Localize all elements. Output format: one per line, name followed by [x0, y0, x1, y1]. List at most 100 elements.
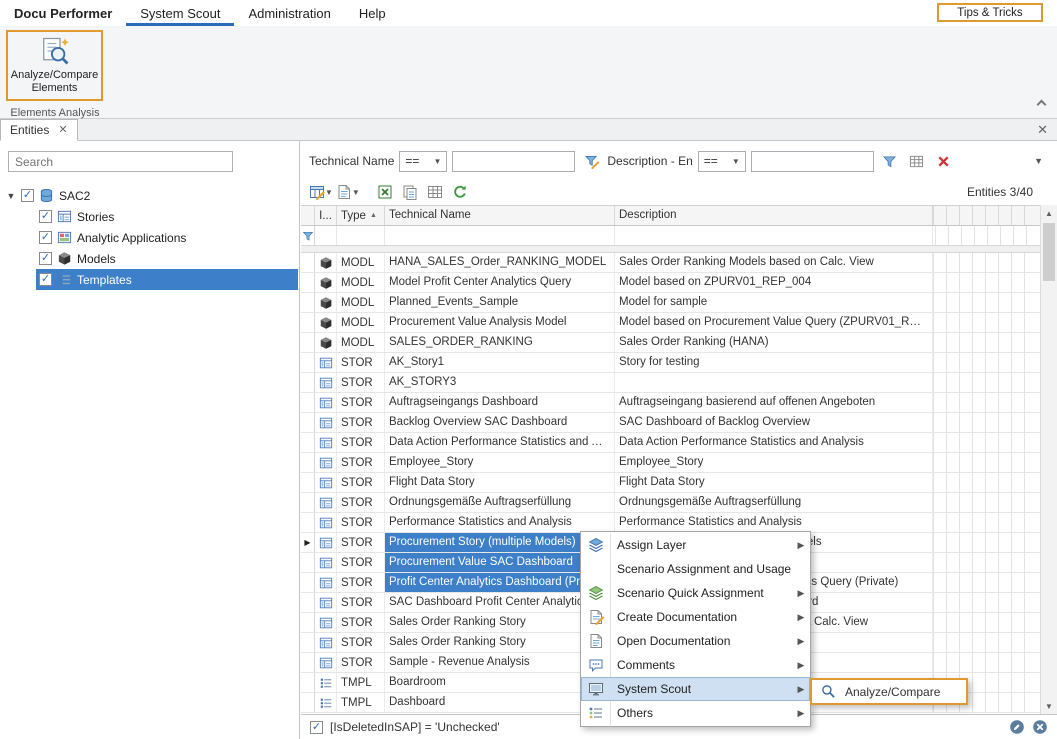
refresh-button[interactable]	[449, 181, 471, 203]
table-row[interactable]: MODLHANA_SALES_Order_RANKING_MODELSales …	[301, 253, 1040, 273]
layout-button[interactable]	[424, 181, 446, 203]
description-cell: Data Action Performance Statistics and A…	[615, 433, 933, 452]
menu-item-others[interactable]: Others▶	[581, 701, 810, 725]
row-indicator	[301, 653, 315, 672]
table-row[interactable]: MODLSALES_ORDER_RANKINGSales Order Ranki…	[301, 333, 1040, 353]
clear-filter-button[interactable]	[933, 151, 955, 172]
sidebar-item-models[interactable]: ✓Models	[36, 248, 298, 269]
row-indicator	[301, 413, 315, 432]
chevron-down-icon: ▼	[352, 188, 360, 197]
sidebar-item-templates[interactable]: ✓Templates	[36, 269, 298, 290]
checkbox[interactable]: ✓	[39, 210, 52, 223]
type-cell: STOR	[337, 513, 385, 532]
table-row[interactable]: STORAK_Story1Story for testing	[301, 353, 1040, 373]
type-cell: STOR	[337, 593, 385, 612]
filter-grid-button[interactable]	[906, 151, 928, 172]
type-cell: STOR	[337, 433, 385, 452]
menubar-item-docu-performer[interactable]: Docu Performer	[0, 0, 126, 26]
technical-name-cell: Flight Data Story	[385, 473, 615, 492]
copy-button[interactable]	[399, 181, 421, 203]
ribbon: Analyze/Compare Elements Elements Analys…	[0, 26, 1057, 119]
tips-tricks-button[interactable]: Tips & Tricks	[937, 3, 1043, 22]
scrollbar-thumb[interactable]	[1043, 223, 1055, 281]
type-cell: STOR	[337, 653, 385, 672]
submenu-arrow-icon: ▶	[792, 588, 810, 599]
grid-icon	[909, 154, 924, 169]
description-filter-input[interactable]	[751, 151, 874, 172]
technical-name-filter-input[interactable]	[452, 151, 575, 172]
menu-item-assign-layer[interactable]: Assign Layer▶	[581, 533, 810, 557]
document-menu-button[interactable]: ▼	[336, 181, 360, 203]
technical-name-operator-select[interactable]: ==▼	[399, 151, 447, 172]
tab-entities[interactable]: Entities ✕	[0, 119, 78, 141]
story-icon	[315, 553, 337, 572]
type-cell: STOR	[337, 613, 385, 632]
analyze-compare-elements-button[interactable]: Analyze/Compare Elements	[6, 30, 103, 101]
tmpl-icon	[57, 272, 72, 287]
column-header-icon[interactable]: I...	[315, 206, 337, 225]
description-cell: Sales Order Ranking (HANA)	[615, 333, 933, 352]
excel-x-icon	[377, 184, 393, 200]
table-row[interactable]: STOROrdnungsgemäße AuftragserfüllungOrdn…	[301, 493, 1040, 513]
table-row[interactable]: STORAK_STORY3	[301, 373, 1040, 393]
table-row[interactable]: STOREmployee_StoryEmployee_Story	[301, 453, 1040, 473]
story-icon	[315, 473, 337, 492]
tree-root-sac2[interactable]: ▼ ✓ SAC2	[0, 185, 298, 206]
table-row[interactable]: STORPerformance Statistics and AnalysisP…	[301, 513, 1040, 533]
table-row[interactable]: STORFlight Data StoryFlight Data Story	[301, 473, 1040, 493]
vertical-scrollbar[interactable]: ▲ ▼	[1040, 205, 1057, 714]
search-input[interactable]	[8, 151, 233, 172]
table-auto-filter-row[interactable]	[301, 226, 1040, 246]
filter-dropdown-chevron[interactable]: ▼	[1034, 156, 1047, 166]
column-header-description[interactable]: Description	[615, 206, 933, 225]
checkbox[interactable]: ✓	[21, 189, 34, 202]
edit-filter-icon[interactable]	[1009, 719, 1025, 735]
menu-item-open-documentation[interactable]: Open Documentation▶	[581, 629, 810, 653]
filter-edit-button[interactable]	[580, 151, 602, 172]
menubar-item-administration[interactable]: Administration	[234, 0, 344, 26]
menu-item-scenario-quick-assignment[interactable]: Scenario Quick Assignment▶	[581, 581, 810, 605]
menubar-item-system-scout[interactable]: System Scout	[126, 0, 234, 26]
description-operator-select[interactable]: ==▼	[698, 151, 746, 172]
menu-item-comments[interactable]: Comments▶	[581, 653, 810, 677]
table-row[interactable]: MODLModel Profit Center Analytics QueryM…	[301, 273, 1040, 293]
tree-root-label: SAC2	[59, 189, 90, 203]
menubar-item-help[interactable]: Help	[345, 0, 400, 26]
column-header-technical-name[interactable]: Technical Name	[385, 206, 615, 225]
copy-icon	[402, 184, 418, 200]
empty-cells	[933, 473, 1040, 492]
analyze-compare-menu-item[interactable]: Analyze/Compare	[812, 684, 966, 699]
scroll-up-icon[interactable]: ▲	[1041, 205, 1057, 221]
others-icon	[581, 705, 610, 721]
menu-item-create-documentation[interactable]: Create Documentation▶	[581, 605, 810, 629]
empty-cells	[933, 253, 1040, 272]
table-row[interactable]: STORBacklog Overview SAC DashboardSAC Da…	[301, 413, 1040, 433]
technical-name-filter-label: Technical Name	[309, 154, 394, 168]
apply-filter-button[interactable]	[879, 151, 901, 172]
checkbox[interactable]: ✓	[39, 273, 52, 286]
checkbox[interactable]: ✓	[39, 231, 52, 244]
sidebar-item-stories[interactable]: ✓Stories	[36, 206, 298, 227]
checkbox[interactable]: ✓	[39, 252, 52, 265]
empty-cells	[933, 393, 1040, 412]
column-header-type[interactable]: Type▲	[337, 206, 385, 225]
system-scout-submenu: Analyze/Compare	[810, 678, 968, 705]
ribbon-collapse-icon[interactable]	[1037, 100, 1047, 110]
table-row[interactable]: MODLPlanned_Events_SampleModel for sampl…	[301, 293, 1040, 313]
export-button[interactable]	[374, 181, 396, 203]
status-filter-checkbox[interactable]: ✓	[310, 721, 323, 734]
type-cell: STOR	[337, 493, 385, 512]
sidebar-item-analytic-applications[interactable]: ✓Analytic Applications	[36, 227, 298, 248]
table-row[interactable]: MODLProcurement Value Analysis ModelMode…	[301, 313, 1040, 333]
scroll-down-icon[interactable]: ▼	[1041, 698, 1057, 714]
table-row[interactable]: STORAuftragseingangs DashboardAuftragsei…	[301, 393, 1040, 413]
edit-view-button[interactable]: ▼	[309, 181, 333, 203]
tree-expander-icon[interactable]: ▼	[6, 191, 16, 201]
tab-close-icon[interactable]: ✕	[58, 125, 67, 136]
table-row[interactable]: STOR Data Action Performance Statistics a…	[301, 433, 1040, 453]
tabstrip-close-icon[interactable]: ✕	[1037, 123, 1048, 136]
empty-cells	[933, 513, 1040, 532]
close-filter-icon[interactable]	[1032, 719, 1048, 735]
menu-item-scenario-assignment-and-usage[interactable]: Scenario Assignment and Usage	[581, 557, 810, 581]
menu-item-system-scout[interactable]: System Scout▶	[581, 677, 810, 701]
